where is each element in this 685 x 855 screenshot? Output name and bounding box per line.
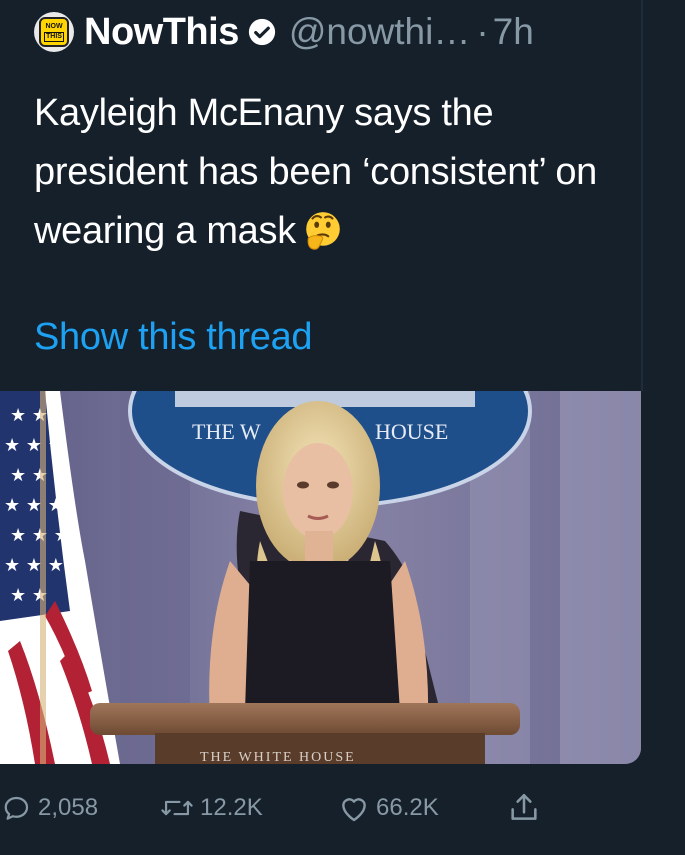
- svg-text:★ ★ ★: ★ ★ ★: [4, 495, 64, 516]
- reply-count: 2,058: [38, 794, 99, 821]
- show-thread-link[interactable]: Show this thread: [34, 316, 313, 359]
- tweet-video[interactable]: THE W HOUSE ★ ★ ★ ★ ★ ★ ★ ★ ★ ★ ★ ★ ★ ★ ★ ★ …: [0, 391, 641, 764]
- tweet-header: NOW THIS NowThis @nowthi… · 7h: [34, 10, 534, 54]
- logo-word-bottom: THIS: [44, 31, 64, 42]
- timestamp[interactable]: 7h: [493, 11, 534, 53]
- verified-badge-icon: [247, 17, 277, 47]
- reply-button[interactable]: 2,058: [2, 784, 98, 832]
- tweet-actions: 2,058 12.2K 66.2K: [0, 784, 685, 832]
- tweet-text: Kayleigh McEnany says the president has …: [34, 84, 634, 269]
- logo-word-top: NOW: [45, 22, 63, 30]
- svg-text:★ ★ ★: ★ ★ ★: [10, 525, 70, 546]
- svg-text:★ ★ ★: ★ ★ ★: [4, 555, 64, 576]
- retweet-count: 12.2K: [200, 794, 263, 821]
- svg-text:★ ★ ★: ★ ★ ★: [10, 465, 70, 486]
- author-handle[interactable]: @nowthi…: [289, 11, 471, 53]
- like-count: 66.2K: [376, 794, 439, 821]
- reply-icon: [4, 796, 29, 820]
- like-button[interactable]: 66.2K: [338, 784, 439, 832]
- thinking-face-icon: [302, 209, 344, 269]
- heart-icon: [342, 798, 366, 822]
- nowthis-logo: NOW THIS: [39, 17, 69, 47]
- svg-text:★ ★ ★: ★ ★ ★: [4, 435, 64, 456]
- divider: [641, 0, 643, 391]
- share-button[interactable]: [507, 784, 547, 832]
- seal-text-right: HOUSE: [375, 419, 448, 444]
- retweet-icon: [161, 800, 193, 816]
- time-separator: ·: [476, 11, 489, 52]
- share-icon: [511, 793, 537, 820]
- podium-text: THE WHITE HOUSE: [200, 750, 356, 764]
- seal-text-left: THE W: [192, 419, 261, 444]
- author-name[interactable]: NowThis: [84, 11, 239, 54]
- retweet-button[interactable]: 12.2K: [160, 784, 263, 832]
- avatar[interactable]: NOW THIS: [34, 12, 74, 52]
